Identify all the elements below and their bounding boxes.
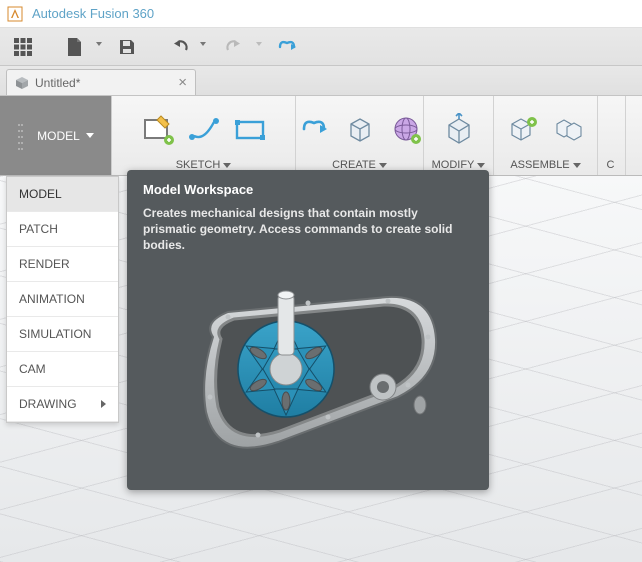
- workspace-menu-item-simulation[interactable]: SIMULATION: [7, 317, 118, 352]
- ribbon-group-create: CREATE: [296, 96, 424, 175]
- document-tab[interactable]: Untitled* ×: [6, 69, 196, 95]
- save-button[interactable]: [114, 34, 140, 60]
- tooltip-title: Model Workspace: [143, 182, 473, 197]
- workspace-menu-item-render[interactable]: RENDER: [7, 247, 118, 282]
- ribbon-group-sketch: SKETCH: [112, 96, 296, 175]
- redo-button[interactable]: [218, 34, 252, 60]
- workspace-switcher-button[interactable]: MODEL: [0, 96, 112, 175]
- app-title: Autodesk Fusion 360: [32, 6, 154, 21]
- chevron-down-icon: [256, 42, 262, 46]
- chevron-down-icon: [96, 42, 102, 46]
- chevron-down-icon: [379, 163, 387, 168]
- workspace-menu-item-model[interactable]: MODEL: [7, 177, 118, 212]
- grip-icon: [17, 116, 25, 156]
- document-tab-bar: Untitled* ×: [0, 66, 642, 96]
- document-tab-label: Untitled*: [35, 76, 80, 90]
- script-button[interactable]: [296, 111, 332, 147]
- workspace-current-label: MODEL: [37, 129, 80, 143]
- app-logo-icon: [6, 5, 24, 23]
- ribbon-group-assemble: ASSEMBLE: [494, 96, 598, 175]
- workspace-menu-item-patch[interactable]: PATCH: [7, 212, 118, 247]
- chevron-down-icon: [573, 163, 581, 168]
- workspace-menu-item-drawing[interactable]: DRAWING: [7, 387, 118, 422]
- ribbon-group-label[interactable]: C: [607, 159, 615, 171]
- create-sketch-button[interactable]: [140, 111, 176, 147]
- quick-access-toolbar: [0, 28, 642, 66]
- workspace-menu-item-cam[interactable]: CAM: [7, 352, 118, 387]
- press-pull-button[interactable]: [441, 111, 477, 147]
- ribbon: MODEL SKETCH: [0, 96, 642, 176]
- rectangle-button[interactable]: [232, 111, 268, 147]
- cube-icon: [15, 76, 29, 90]
- chevron-down-icon: [86, 133, 94, 138]
- workspace-menu-item-animation[interactable]: ANIMATION: [7, 282, 118, 317]
- ribbon-group-construct: C: [598, 96, 626, 175]
- close-tab-button[interactable]: ×: [178, 74, 187, 91]
- file-menu-button[interactable]: [58, 34, 92, 60]
- chevron-down-icon: [477, 163, 485, 168]
- chevron-down-icon: [200, 42, 206, 46]
- ribbon-group-label[interactable]: ASSEMBLE: [510, 159, 580, 171]
- extensions-button[interactable]: [274, 34, 300, 60]
- workspace-tooltip: Model Workspace Creates mechanical desig…: [127, 170, 489, 490]
- line-button[interactable]: [186, 111, 222, 147]
- data-panel-button[interactable]: [10, 34, 36, 60]
- chevron-down-icon: [223, 163, 231, 168]
- title-bar: Autodesk Fusion 360: [0, 0, 642, 28]
- tooltip-body: Creates mechanical designs that contain …: [143, 205, 473, 254]
- sphere-button[interactable]: [388, 111, 424, 147]
- workspace-menu: MODEL PATCH RENDER ANIMATION SIMULATION …: [6, 176, 119, 423]
- chevron-right-icon: [101, 400, 106, 408]
- joint-button[interactable]: [551, 111, 587, 147]
- box-button[interactable]: [342, 111, 378, 147]
- undo-button[interactable]: [162, 34, 196, 60]
- new-component-button[interactable]: [505, 111, 541, 147]
- ribbon-group-modify: MODIFY: [424, 96, 494, 175]
- tooltip-preview-image: [143, 268, 473, 476]
